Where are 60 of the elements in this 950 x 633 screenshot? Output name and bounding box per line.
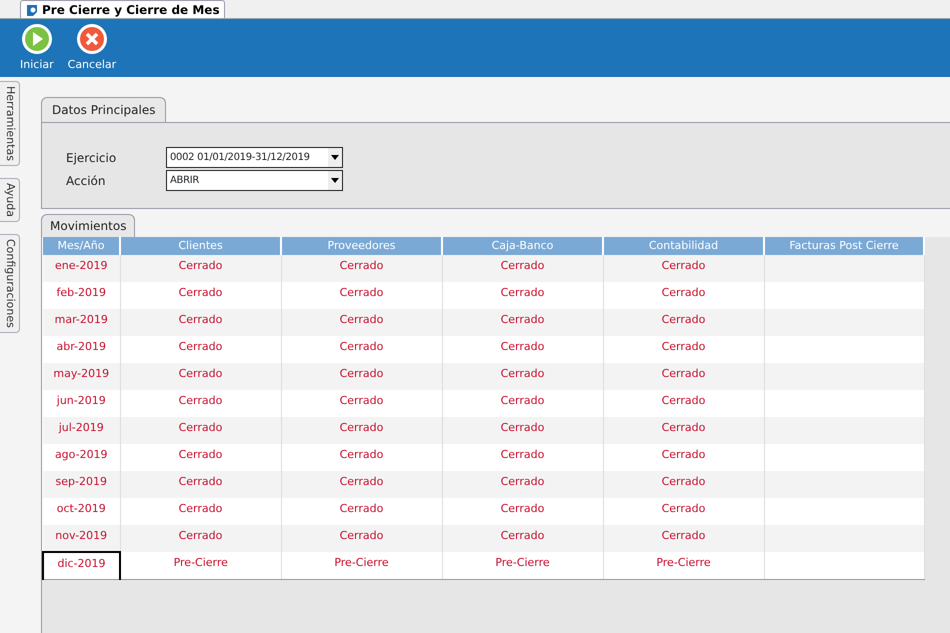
- table-cell: Pre-Cierre: [603, 552, 764, 579]
- column-header: Contabilidad: [603, 237, 764, 255]
- column-header: Proveedores: [281, 237, 442, 255]
- table-cell: Cerrado: [442, 471, 603, 498]
- window-tab[interactable]: Pre Cierre y Cierre de Mes: [20, 0, 225, 18]
- table-cell[interactable]: mar-2019: [43, 309, 120, 336]
- table-cell: Cerrado: [603, 471, 764, 498]
- side-tab[interactable]: Herramientas: [0, 81, 20, 166]
- table-cell[interactable]: dic-2019: [43, 552, 120, 579]
- dropdown-value: 0002 01/01/2019-31/12/2019: [170, 151, 310, 165]
- table-cell: Cerrado: [120, 363, 281, 390]
- table-cell[interactable]: ene-2019: [43, 255, 120, 282]
- table-cell: Cerrado: [281, 255, 442, 282]
- table-cell: Cerrado: [442, 417, 603, 444]
- table-cell[interactable]: sep-2019: [43, 471, 120, 498]
- table-cell: Cerrado: [281, 417, 442, 444]
- field-label: Ejercicio: [66, 150, 118, 166]
- side-tab[interactable]: Ayuda: [0, 178, 20, 222]
- caret-icon: [331, 178, 339, 183]
- table-cell: Pre-Cierre: [120, 552, 281, 579]
- table-cell: Cerrado: [603, 309, 764, 336]
- table-cell[interactable]: nov-2019: [43, 525, 120, 552]
- dropdown-value: ABRIR: [170, 174, 200, 188]
- column-header: Clientes: [120, 237, 281, 255]
- column-header: Caja-Banco: [442, 237, 603, 255]
- cancel-button[interactable]: Cancelar: [68, 23, 116, 77]
- side-tab[interactable]: Configuraciones: [0, 234, 20, 333]
- table-cell: Cerrado: [603, 255, 764, 282]
- column-header: Mes/Año: [43, 237, 120, 255]
- close-icon: [76, 23, 108, 55]
- section-tab[interactable]: Datos Principales: [41, 97, 166, 122]
- table-cell: Cerrado: [442, 525, 603, 552]
- field-label: Acción: [66, 172, 106, 190]
- table-cell: Cerrado: [442, 255, 603, 282]
- table-cell[interactable]: jul-2019: [43, 417, 120, 444]
- table-cell: Cerrado: [120, 255, 281, 282]
- table-cell: Cerrado: [442, 309, 603, 336]
- table-cell: Cerrado: [281, 363, 442, 390]
- section-tab[interactable]: Movimientos: [41, 214, 136, 237]
- table-cell: Pre-Cierre: [442, 552, 603, 579]
- table-cell: Cerrado: [120, 417, 281, 444]
- table-cell: Cerrado: [120, 525, 281, 552]
- table-cell: Cerrado: [281, 309, 442, 336]
- table-cell: Cerrado: [603, 525, 764, 552]
- dropdown-field[interactable]: 0002 01/01/2019-31/12/2019: [166, 147, 343, 168]
- table-cell: Cerrado: [442, 363, 603, 390]
- app-icon: [25, 2, 39, 16]
- table-cell[interactable]: may-2019: [43, 363, 120, 390]
- dropdown-field[interactable]: ABRIR: [166, 170, 343, 191]
- table-cell: Cerrado: [281, 471, 442, 498]
- table-cell: Cerrado: [120, 309, 281, 336]
- caret-icon: [331, 155, 339, 160]
- column-header: Facturas Post Cierre: [764, 237, 924, 255]
- table-cell: Pre-Cierre: [281, 552, 442, 579]
- play-icon: [20, 23, 53, 55]
- table-cell: Cerrado: [281, 525, 442, 552]
- table-cell: Cerrado: [603, 363, 764, 390]
- start-button[interactable]: Iniciar: [20, 23, 54, 77]
- table-cell: Cerrado: [120, 471, 281, 498]
- table-cell: Cerrado: [603, 417, 764, 444]
